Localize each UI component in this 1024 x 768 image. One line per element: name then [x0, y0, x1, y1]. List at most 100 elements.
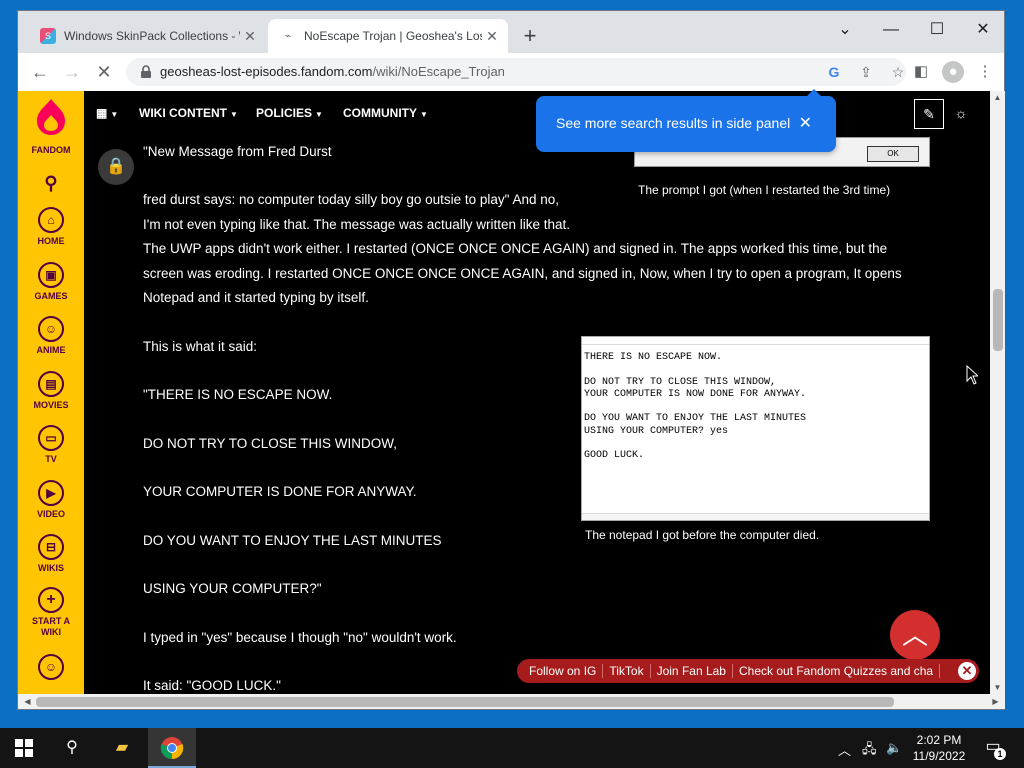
tab-search-chevron-icon[interactable]: ⌄	[822, 15, 868, 45]
start-button[interactable]	[0, 728, 48, 768]
sidebar-item-anime[interactable]: ☺ ANIME	[18, 316, 84, 355]
scroll-up-arrow-icon[interactable]: ▲	[990, 93, 1005, 102]
stop-button[interactable]: ✕	[91, 59, 117, 85]
back-button[interactable]: ←	[27, 59, 53, 85]
loading-spinner-icon: ⌁	[284, 30, 292, 42]
article-line: "THERE IS NO ESCAPE NOW.	[143, 387, 333, 402]
join-fan-lab-link[interactable]: Join Fan Lab	[651, 664, 733, 678]
sidebar-item-tv[interactable]: ▭ TV	[18, 425, 84, 464]
article-line: "New Message from Fred Durst	[143, 144, 332, 159]
sidebar-item-games[interactable]: ▣ GAMES	[18, 262, 84, 301]
scroll-right-arrow-icon[interactable]: ▶	[988, 694, 1003, 709]
article-line: The UWP apps didn't work either. I resta…	[143, 241, 888, 256]
promo-bar-close-icon[interactable]: ✕	[958, 662, 976, 680]
prompt-caption: The prompt I got (when I restarted the 3…	[638, 183, 891, 197]
scroll-left-arrow-icon[interactable]: ◀	[20, 694, 35, 709]
chrome-logo-icon	[160, 737, 184, 760]
skinpack-favicon-icon: S	[40, 28, 56, 44]
chrome-taskbar-icon[interactable]	[148, 728, 196, 768]
side-panel-promo-bubble: See more search results in side panel ✕	[536, 89, 836, 152]
network-icon[interactable]: 🖧	[862, 740, 877, 762]
vertical-scroll-thumb[interactable]	[993, 289, 1003, 351]
horizontal-scrollbar[interactable]: ◀ ▶	[18, 694, 1005, 709]
article-line: It said: "GOOD LUCK."	[143, 678, 281, 693]
video-icon: ▶	[38, 480, 64, 506]
notepad-text: THERE IS NO ESCAPE NOW. DO NOT TRY TO CL…	[584, 352, 807, 462]
theme-toggle-sun-icon[interactable]: ☼	[946, 99, 976, 129]
tiktok-link[interactable]: TikTok	[603, 664, 651, 678]
fandom-logo-icon[interactable]	[35, 97, 67, 141]
sidebar-item-wikis[interactable]: ⊟ WIKIS	[18, 534, 84, 573]
sidebar-item-home[interactable]: ⌂ HOME	[18, 207, 84, 246]
tab-noescape[interactable]: ⌁ NoEscape Trojan | Geoshea's Lost ✕	[268, 19, 508, 53]
games-icon: ▣	[38, 262, 64, 288]
fandom-sidebar: FANDOM ⚲ ⌂ HOME ▣ GAMES ☺ ANIME ▤ MOVIES…	[18, 91, 84, 694]
search-icon[interactable]: ⚲	[18, 173, 84, 194]
lock-icon	[141, 65, 151, 78]
scroll-down-arrow-icon[interactable]: ▼	[990, 683, 1005, 692]
forward-button[interactable]: →	[59, 59, 85, 85]
windows-logo-icon	[15, 739, 33, 757]
wikis-icon: ⊟	[38, 534, 64, 560]
horizontal-scroll-thumb[interactable]	[36, 697, 894, 707]
sidebar-user-account[interactable]: ☺	[18, 654, 84, 683]
protected-lock-icon[interactable]: 🔒	[98, 149, 134, 185]
taskbar-clock[interactable]: 2:02 PM 11/9/2022	[908, 732, 970, 764]
article-line: USING YOUR COMPUTER?"	[143, 581, 322, 596]
notepad-menubar	[582, 345, 929, 352]
tab-strip: S Windows SkinPack Collections - W ✕ ⌁ N…	[18, 11, 1004, 53]
notification-count-badge: 1	[994, 748, 1006, 760]
tab-close-icon[interactable]: ✕	[240, 28, 260, 45]
notepad-caption: The notepad I got before the computer di…	[585, 528, 820, 542]
fandom-promo-bar: Follow on IG TikTok Join Fan Lab Check o…	[517, 659, 979, 683]
address-bar[interactable]: geosheas-lost-episodes.fandom.com/wiki/N…	[126, 58, 906, 86]
sidebar-item-start-a-wiki[interactable]: + START A WIKI	[18, 587, 84, 638]
minimize-button[interactable]: —	[868, 15, 914, 45]
browser-window: S Windows SkinPack Collections - W ✕ ⌁ N…	[17, 10, 1005, 710]
article-line: screen was eroding. I restarted ONCE ONC…	[143, 266, 902, 281]
fandom-quizzes-link[interactable]: Check out Fandom Quizzes and cha	[733, 664, 941, 678]
tab-skinpack[interactable]: S Windows SkinPack Collections - W ✕	[28, 19, 266, 53]
promo-message: See more search results in side panel	[556, 115, 791, 131]
menu-kebab-icon[interactable]: ⋮	[974, 61, 996, 83]
movies-icon: ▤	[38, 371, 64, 397]
share-icon[interactable]: ⇪	[856, 62, 876, 82]
article-line: YOUR COMPUTER IS DONE FOR ANYWAY.	[143, 484, 417, 499]
sidebar-item-video[interactable]: ▶ VIDEO	[18, 480, 84, 519]
vertical-scrollbar[interactable]: ▲ ▼	[990, 91, 1005, 694]
action-center-icon[interactable]: ▭ 1	[982, 736, 1006, 760]
user-icon: ☺	[38, 654, 64, 680]
show-hidden-icons-chevron-icon[interactable]: ︿	[838, 740, 851, 759]
article-line: DO YOU WANT TO ENJOY THE LAST MINUTES	[143, 533, 442, 548]
tv-icon: ▭	[38, 425, 64, 451]
notepad-screenshot-image[interactable]: THERE IS NO ESCAPE NOW. DO NOT TRY TO CL…	[581, 336, 930, 521]
notepad-statusbar	[582, 513, 929, 520]
volume-icon[interactable]: 🔈	[886, 740, 902, 756]
article-line: DO NOT TRY TO CLOSE THIS WINDOW,	[143, 436, 398, 451]
maximize-button[interactable]: ☐	[914, 15, 960, 45]
notepad-titlebar	[582, 337, 929, 345]
clock-date: 11/9/2022	[912, 749, 966, 763]
prompt-ok-button: OK	[867, 146, 919, 162]
bookmark-star-icon[interactable]: ☆	[888, 62, 908, 82]
file-explorer-icon[interactable]: ▰	[98, 728, 146, 768]
side-panel-icon[interactable]: ◧	[910, 61, 932, 83]
page-viewport: FANDOM ⚲ ⌂ HOME ▣ GAMES ☺ ANIME ▤ MOVIES…	[18, 91, 990, 694]
new-tab-button[interactable]: +	[518, 25, 542, 47]
article-line: I typed in "yes" because I though "no" w…	[143, 630, 457, 645]
plus-icon: +	[38, 587, 64, 613]
mouse-cursor-icon	[966, 365, 978, 385]
close-window-button[interactable]: ✕	[960, 15, 1006, 45]
article-line: I'm not even typing like that. The messa…	[143, 217, 571, 232]
taskbar-search-icon[interactable]: ⚲	[48, 728, 96, 768]
scroll-to-top-button[interactable]: ︿	[890, 610, 940, 660]
wiki-logo-dropdown[interactable]: ▦ ▼	[96, 106, 118, 120]
profile-avatar-icon[interactable]: ●	[942, 61, 964, 83]
google-lens-icon[interactable]: G	[824, 62, 844, 82]
promo-close-icon[interactable]: ✕	[799, 113, 812, 133]
fandom-brand-label: FANDOM	[31, 145, 71, 155]
follow-on-ig-link[interactable]: Follow on IG	[523, 664, 604, 678]
sidebar-item-movies[interactable]: ▤ MOVIES	[18, 371, 84, 410]
tab-close-icon[interactable]: ✕	[482, 28, 502, 45]
browser-toolbar: ← → ✕ geosheas-lost-episodes.fandom.com/…	[18, 53, 1004, 91]
